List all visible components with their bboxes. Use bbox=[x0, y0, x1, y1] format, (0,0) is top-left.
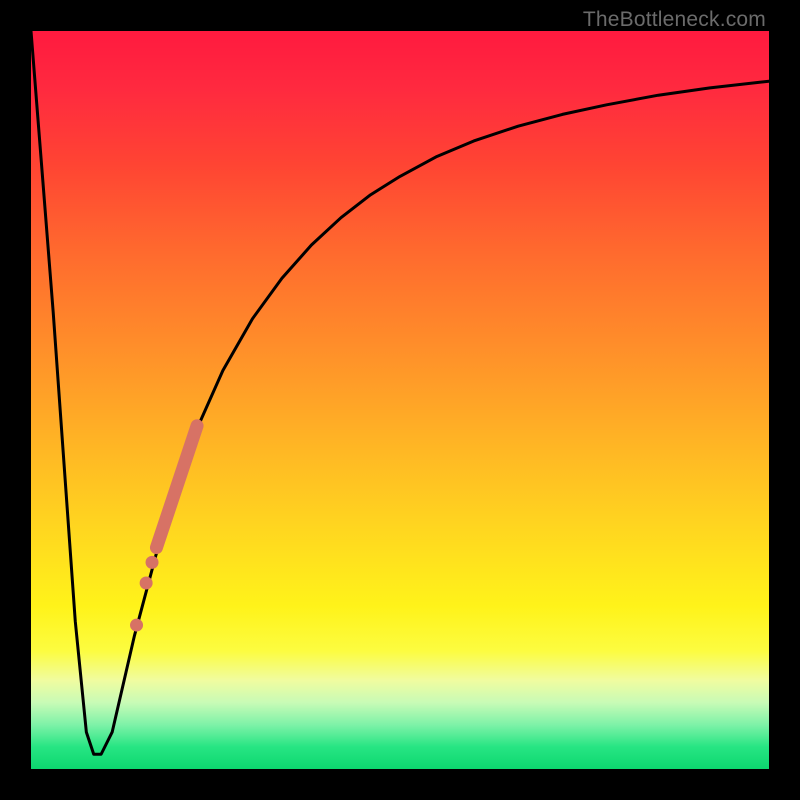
marker-segment bbox=[156, 426, 197, 548]
marker-dot bbox=[140, 577, 153, 590]
bottleneck-curve bbox=[31, 31, 769, 754]
marker-dot bbox=[146, 556, 159, 569]
chart-frame: TheBottleneck.com bbox=[0, 0, 800, 800]
plot-area bbox=[31, 31, 769, 769]
marker-dot bbox=[130, 619, 143, 632]
chart-svg bbox=[31, 31, 769, 769]
attribution-text: TheBottleneck.com bbox=[583, 8, 766, 32]
